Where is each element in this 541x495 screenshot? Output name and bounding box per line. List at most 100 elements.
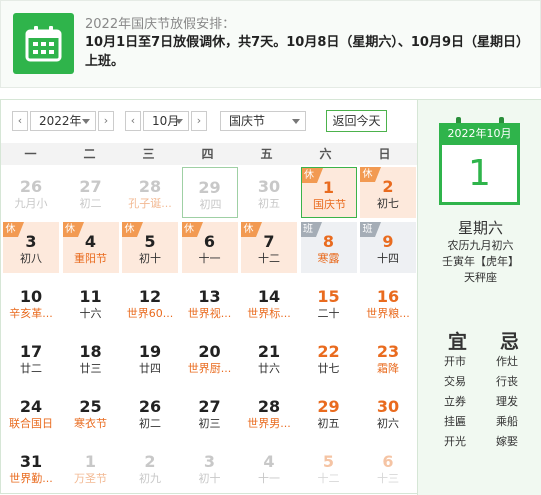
day-number: 28 [138, 177, 162, 196]
day-cell[interactable]: 班 9 十四 [360, 222, 416, 273]
day-number: 27 [79, 177, 102, 196]
lunar-label: 初二 [79, 197, 102, 210]
day-cell[interactable]: 休 4 重阳节 [62, 222, 119, 273]
day-cell[interactable]: 18 廿三 [63, 332, 119, 383]
day-cell[interactable]: 5 十二 [301, 442, 357, 493]
day-number: 24 [19, 397, 43, 416]
lunar-label: 初十 [198, 472, 221, 485]
yi-item: 交易 [444, 375, 466, 388]
day-number: 15 [317, 287, 340, 306]
prev-month-button[interactable]: ‹ [125, 111, 141, 131]
weekday-label: 三 [142, 147, 155, 161]
day-detail-panel: 2022年10月 1 星期六 农历九月初六 壬寅年【虎年】 天秤座 宜 忌 开市… [417, 100, 541, 495]
day-cell[interactable]: 10 辛亥革... [3, 277, 59, 328]
lunar-label: 霜降 [377, 362, 399, 375]
yi-item: 立券 [444, 395, 466, 408]
day-cell[interactable]: 休 5 初十 [122, 222, 178, 273]
day-number: 12 [138, 287, 162, 306]
day-cell[interactable]: 30 初六 [360, 387, 416, 438]
lunar-label: 初二 [139, 417, 161, 430]
day-cell[interactable]: 16 世界粮... [360, 277, 416, 328]
day-cell[interactable]: 班 8 寒露 [300, 222, 357, 273]
weekday-label: 五 [260, 147, 273, 161]
day-cell[interactable]: 休 7 十二 [241, 222, 297, 273]
day-number: 5 [322, 452, 335, 471]
day-cell[interactable]: 13 世界视... [182, 277, 238, 328]
yi-item: 开光 [444, 435, 466, 448]
day-cell[interactable]: 23 霜降 [360, 332, 416, 383]
back-to-today-button[interactable]: 返回今天 [326, 110, 387, 132]
day-cell[interactable]: 26 初二 [122, 387, 178, 438]
lunar-label: 二十 [317, 307, 340, 320]
day-cell[interactable]: 27 初二 [63, 167, 119, 218]
day-number: 31 [19, 452, 43, 471]
day-cell[interactable]: 11 十六 [63, 277, 119, 328]
day-cell[interactable]: 31 世界勤... [3, 442, 59, 493]
lunar-label: 孔子诞... [128, 197, 172, 210]
day-cell[interactable]: 12 世界60... [122, 277, 178, 328]
day-number: 3 [203, 452, 216, 471]
lunar-label: 世界厨... [187, 362, 232, 375]
day-number: 30 [376, 397, 400, 416]
day-cell[interactable]: 29 初五 [301, 387, 357, 438]
ji-item: 作灶 [496, 355, 518, 368]
weekday-header: 一二三四五六日 [1, 143, 417, 165]
weekday-label: 四 [201, 147, 214, 161]
day-cell[interactable]: 19 廿四 [122, 332, 178, 383]
day-cell[interactable]: 4 十一 [241, 442, 297, 493]
ji-item: 嫁娶 [496, 435, 518, 448]
lunar-label: 联合国日 [9, 417, 53, 430]
lunar-label: 初八 [20, 252, 42, 265]
holiday-select[interactable]: 国庆节 [220, 111, 306, 131]
next-year-button[interactable]: › [98, 111, 114, 131]
day-number: 10 [19, 287, 43, 306]
prev-year-button[interactable]: ‹ [12, 111, 28, 131]
chevron-down-icon [82, 119, 90, 124]
day-cell[interactable]: 28 世界男... [241, 387, 297, 438]
day-cell[interactable]: 17 廿二 [3, 332, 59, 383]
notice-title: 2022年国庆节放假安排： [85, 17, 236, 32]
day-cell[interactable]: 休 2 初七 [360, 167, 416, 218]
lunar-label: 廿三 [79, 362, 102, 375]
month-select[interactable]: 10月 [143, 111, 189, 131]
day-cell[interactable]: 休 1 国庆节 [300, 167, 357, 218]
day-cell[interactable]: 21 廿六 [241, 332, 297, 383]
day-cell[interactable]: 22 廿七 [301, 332, 357, 383]
day-number: 28 [257, 397, 281, 416]
calendar-icon [13, 13, 74, 74]
year-select[interactable]: 2022年 [30, 111, 96, 131]
day-cell[interactable]: 28 孔子诞... [122, 167, 178, 218]
day-cell[interactable]: 29 初四 [181, 167, 238, 218]
day-cell[interactable]: 25 寒衣节 [63, 387, 119, 438]
holiday-notice: 2022年国庆节放假安排： 10月1日至7日放假调休，共7天。10月8日（星期六… [0, 0, 541, 88]
selected-weekday: 星期六 [457, 219, 503, 237]
next-month-button[interactable]: › [191, 111, 207, 131]
weekday-label: 一 [24, 147, 37, 161]
yi-label: 宜 [448, 331, 468, 353]
day-number: 30 [257, 177, 281, 196]
day-cell[interactable]: 27 初三 [182, 387, 238, 438]
day-number: 1 [84, 452, 97, 471]
day-cell[interactable]: 3 初十 [182, 442, 238, 493]
day-cell[interactable]: 24 联合国日 [3, 387, 59, 438]
day-cell[interactable]: 1 万圣节 [63, 442, 119, 493]
day-cell[interactable]: 6 十三 [360, 442, 416, 493]
day-number: 18 [79, 342, 102, 361]
day-cell[interactable]: 26 九月小 [3, 167, 59, 218]
ganzhi-year: 壬寅年【虎年】 [442, 255, 519, 268]
day-number: 27 [198, 397, 221, 416]
day-cell[interactable]: 30 初五 [241, 167, 297, 218]
lunar-label: 九月小 [14, 197, 48, 210]
day-cell[interactable]: 20 世界厨... [182, 332, 238, 383]
weekday-label: 六 [319, 147, 332, 161]
day-cell[interactable]: 休 3 初八 [3, 222, 59, 273]
day-number: 16 [376, 287, 400, 306]
rest-tag: 休 [181, 222, 203, 237]
day-cell[interactable]: 15 二十 [301, 277, 357, 328]
lunar-label: 初七 [377, 197, 399, 210]
calendar-grid: 26 九月小 27 初二 28 孔子诞... 29 初四 30 初五休 1 国庆节休 2 初七休 3 初八休 4… [1, 165, 417, 495]
day-cell[interactable]: 2 初九 [122, 442, 178, 493]
day-cell[interactable]: 14 世界标... [241, 277, 297, 328]
lunar-label: 廿二 [20, 362, 42, 375]
day-cell[interactable]: 休 6 十一 [181, 222, 238, 273]
